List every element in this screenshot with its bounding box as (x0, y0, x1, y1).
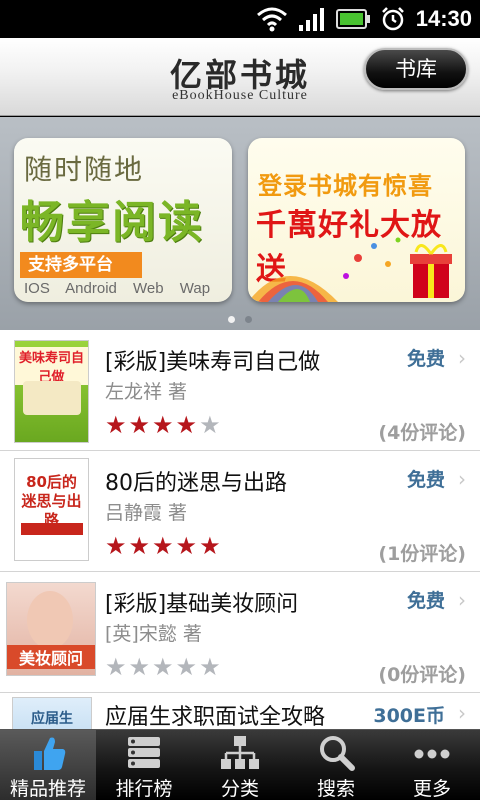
tab-search[interactable]: 搜索 (288, 730, 384, 800)
star-rating: ★★★★★ (105, 413, 223, 437)
tab-label: 分类 (220, 778, 259, 800)
star-rating: ★★★★★ (105, 534, 223, 558)
book-list-item[interactable]: 80后的迷思与出路 80后的迷思与出路 吕静霞 著 免费 › ★★★★★ (1份… (0, 451, 480, 572)
review-count: (0份评论) (378, 664, 466, 686)
star-filled-icon: ★ (199, 532, 223, 560)
star-filled-icon: ★ (175, 411, 200, 439)
tab-category[interactable]: 分类 (192, 730, 288, 800)
star-empty-icon: ★ (199, 411, 223, 439)
bottom-tab-bar: 精品推荐 排行榜 分类 搜索 更多 (0, 729, 480, 800)
star-filled-icon: ★ (128, 411, 153, 439)
tab-more[interactable]: 更多 (384, 730, 480, 800)
banner-page-dot[interactable] (245, 316, 252, 323)
gift-decoration-icon (248, 237, 452, 302)
star-empty-icon: ★ (128, 653, 153, 681)
book-list-item[interactable]: 美妆顾问 [彩版]基础美妆顾问 [英]宋懿 著 免费 › ★★★★★ (0份评论… (0, 572, 480, 693)
chevron-right-icon: › (458, 467, 466, 491)
chevron-right-icon: › (458, 701, 466, 725)
book-title: [彩版]基础美妆顾问 (105, 592, 299, 617)
tab-featured[interactable]: 精品推荐 (0, 730, 96, 800)
tab-label: 更多 (412, 778, 451, 800)
banner-card-reading-line2: 畅享阅读 (20, 197, 204, 248)
book-author: [英]宋懿 著 (105, 623, 202, 645)
search-icon (320, 736, 355, 771)
category-icon (221, 736, 259, 769)
banner-card-reading-line1: 随时随地 (24, 153, 145, 186)
star-filled-icon: ★ (152, 532, 176, 560)
book-list: 美味寿司自己做 [彩版]美味寿司自己做 左龙祥 著 免费 › ★★★★★ (4份… (0, 330, 480, 729)
star-empty-icon: ★ (175, 653, 200, 681)
banner-page-indicator (0, 316, 480, 323)
banner-card-reading[interactable]: 随时随地 畅享阅读 支持多平台 IOS Android Web Wap (14, 138, 232, 302)
signal-icon (298, 8, 324, 31)
star-empty-icon: ★ (105, 653, 129, 681)
ranking-icon (128, 737, 160, 768)
more-icon (414, 749, 450, 759)
tab-ranking[interactable]: 排行榜 (96, 730, 192, 800)
status-bar: 14:30 (0, 0, 480, 38)
star-rating: ★★★★★ (105, 655, 223, 679)
banner-card-gift-line1: 登录书城有惊喜 (258, 172, 433, 200)
book-author: 吕静霞 著 (105, 502, 188, 524)
star-filled-icon: ★ (175, 532, 200, 560)
app-subtitle: eBookHouse Culture (172, 88, 308, 103)
book-price: 免费 (406, 348, 445, 370)
tab-label: 搜索 (316, 778, 355, 800)
book-price: 免费 (406, 469, 445, 491)
book-title: [彩版]美味寿司自己做 (105, 350, 321, 375)
book-title: 80后的迷思与出路 (105, 471, 287, 496)
banner-card-reading-tag: 支持多平台 (20, 252, 142, 278)
book-cover: 美妆顾问 (6, 582, 96, 676)
star-filled-icon: ★ (152, 411, 176, 439)
chevron-right-icon: › (458, 588, 466, 612)
tab-label: 排行榜 (115, 778, 173, 800)
promo-banner[interactable]: 随时随地 畅享阅读 支持多平台 IOS Android Web Wap 登录书城… (0, 117, 480, 330)
book-price: 300E币 (373, 705, 445, 727)
star-filled-icon: ★ (105, 532, 129, 560)
clock-time: 14:30 (415, 6, 472, 31)
review-count: (4份评论) (378, 422, 466, 444)
star-empty-icon: ★ (199, 653, 223, 681)
star-empty-icon: ★ (152, 653, 176, 681)
book-list-item[interactable]: 美味寿司自己做 [彩版]美味寿司自己做 左龙祥 著 免费 › ★★★★★ (4份… (0, 330, 480, 451)
app-header: 亿部书城 eBookHouse Culture 书库 (0, 38, 480, 116)
book-price: 免费 (406, 590, 445, 612)
library-button[interactable]: 书库 (364, 48, 468, 90)
book-cover: 美味寿司自己做 (14, 340, 89, 443)
review-count: (1份评论) (378, 543, 466, 565)
star-filled-icon: ★ (105, 411, 129, 439)
book-author: 左龙祥 著 (105, 381, 188, 403)
banner-card-gift[interactable]: 登录书城有惊喜 千萬好礼大放送 (248, 138, 465, 302)
wifi-icon (256, 7, 287, 32)
star-filled-icon: ★ (128, 532, 153, 560)
banner-page-dot[interactable] (228, 316, 235, 323)
banner-card-reading-platforms: IOS Android Web Wap (24, 280, 211, 297)
book-cover: 80后的迷思与出路 (14, 458, 89, 561)
book-list-item[interactable]: 应届生 应届生求职面试全攻略 300E币 › (0, 693, 480, 729)
alarm-icon (381, 7, 404, 31)
chevron-right-icon: › (458, 346, 466, 370)
battery-icon (335, 9, 370, 29)
tab-label: 精品推荐 (9, 778, 86, 800)
book-title: 应届生求职面试全攻略 (105, 705, 326, 729)
thumbs-up-icon (34, 737, 66, 770)
book-cover: 应届生 (12, 697, 92, 729)
